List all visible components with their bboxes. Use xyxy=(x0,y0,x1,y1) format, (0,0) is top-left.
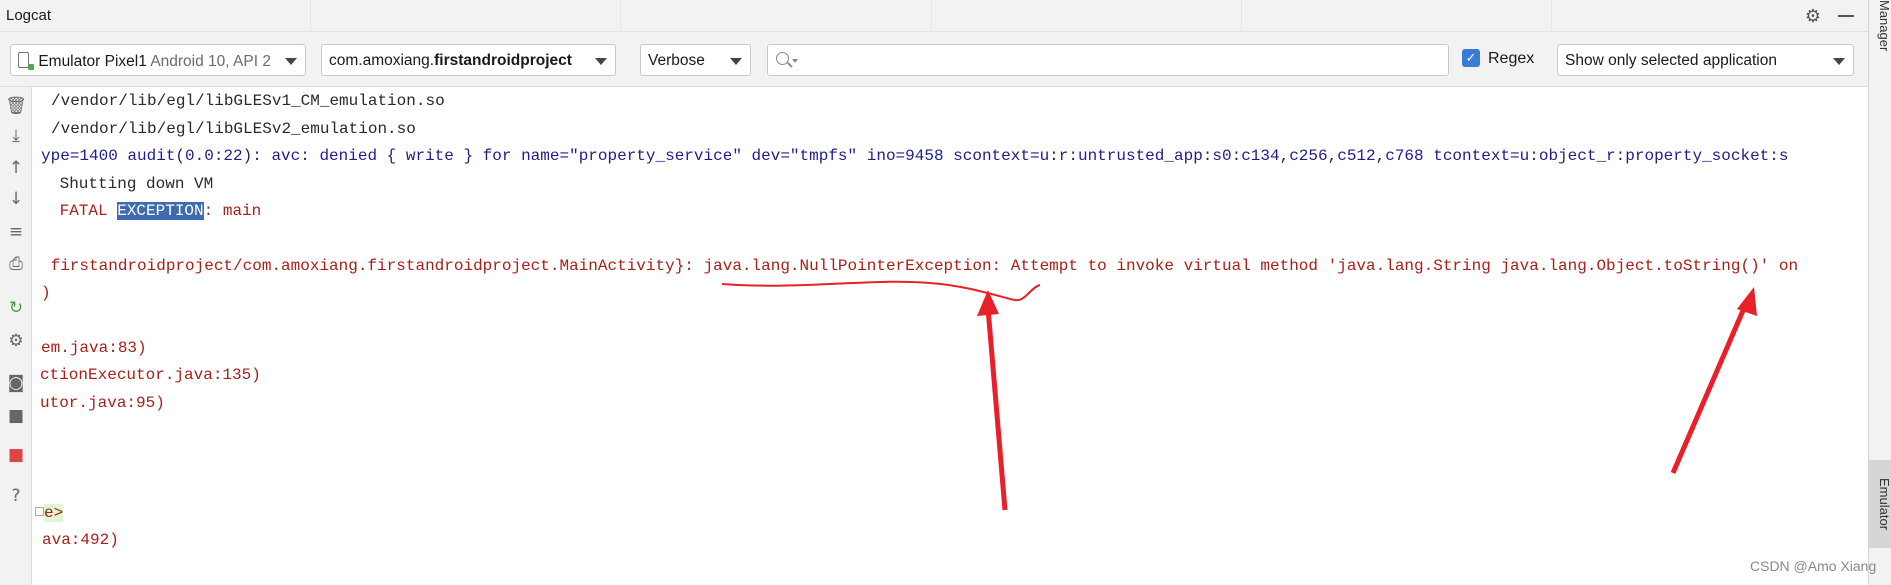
logcat-side-toolbar: 🗑 ⤓ ↑ ↓ ≡ ⎙ ↻ ⚙ ◙ ■ ■ ? xyxy=(0,87,32,585)
search-input[interactable] xyxy=(802,49,1442,71)
title-divider xyxy=(1241,0,1242,32)
chevron-down-icon xyxy=(730,58,742,65)
log-line: firstandroidproject/com.amoxiang.firstan… xyxy=(41,257,1799,275)
package-selector[interactable]: com.amoxiang.firstandroidproject xyxy=(321,44,616,76)
minimize-icon[interactable] xyxy=(1838,15,1854,17)
log-line: ype=1400 audit(0.0:22): avc: denied { wr… xyxy=(41,147,1789,165)
search-field[interactable] xyxy=(767,44,1449,76)
title-divider xyxy=(310,0,311,32)
fold-toggle-icon[interactable] xyxy=(35,507,44,516)
title-divider xyxy=(931,0,932,32)
trash-icon[interactable]: 🗑 xyxy=(5,95,27,117)
print-icon[interactable]: ⎙ xyxy=(5,253,27,275)
window-title: Logcat xyxy=(6,7,52,24)
search-highlight: EXCEPTION xyxy=(117,202,204,220)
stop-icon[interactable]: ■ xyxy=(5,444,27,466)
search-history-icon[interactable] xyxy=(792,59,798,63)
log-line: Shutting down VM xyxy=(50,175,214,193)
restart-icon[interactable]: ↻ xyxy=(5,297,27,319)
log-line: /vendor/lib/egl/libGLESv1_CM_emulation.s… xyxy=(51,92,445,110)
arrow-up-icon[interactable]: ↑ xyxy=(5,157,27,179)
log-line: ava:492) xyxy=(42,531,119,549)
title-divider xyxy=(620,0,621,32)
regex-checkbox[interactable]: ✓ xyxy=(1462,49,1480,67)
device-icon xyxy=(18,52,34,70)
log-text: FATAL xyxy=(50,202,118,220)
filter-value: Show only selected application xyxy=(1565,52,1777,69)
package-name: firstandroidproject xyxy=(434,52,572,69)
device-name: Emulator Pixel1 xyxy=(38,53,147,70)
log-output[interactable]: /vendor/lib/egl/libGLESv1_CM_emulation.s… xyxy=(33,87,1868,585)
settings-icon[interactable]: ⚙ xyxy=(5,330,27,352)
log-line: FATAL EXCEPTION: main xyxy=(50,202,261,220)
log-level-value: Verbose xyxy=(648,52,705,69)
package-prefix: com.amoxiang. xyxy=(329,52,435,69)
arrow-down-icon[interactable]: ↓ xyxy=(5,188,27,210)
log-text: : main xyxy=(203,202,262,220)
tab-device-manager[interactable]: Manager xyxy=(1869,0,1891,52)
scroll-to-end-icon[interactable]: ⤓ xyxy=(5,125,27,147)
log-level-selector[interactable]: Verbose xyxy=(640,44,751,76)
right-tool-window-strip: Manager Emulator xyxy=(1868,0,1891,585)
device-selector[interactable]: Emulator Pixel1 Android 10, API 2 xyxy=(10,44,306,76)
log-line: utor.java:95) xyxy=(40,394,165,412)
logcat-title-bar: Logcat ⚙ xyxy=(0,0,1868,32)
video-icon[interactable]: ■ xyxy=(5,405,27,427)
logcat-toolbar: Emulator Pixel1 Android 10, API 2 com.am… xyxy=(0,32,1868,87)
log-line: /vendor/lib/egl/libGLESv2_emulation.so xyxy=(51,120,416,138)
log-line: em.java:83) xyxy=(41,339,147,357)
chevron-down-icon xyxy=(285,58,297,65)
log-line: e> xyxy=(35,504,64,522)
log-line: ctionExecutor.java:135) xyxy=(40,366,261,384)
help-icon[interactable]: ? xyxy=(5,485,27,507)
tab-emulator[interactable]: Emulator xyxy=(1869,460,1891,548)
log-line: ) xyxy=(41,284,51,302)
tab-emulator-label: Emulator xyxy=(1877,477,1891,531)
title-divider xyxy=(1551,0,1552,32)
watermark: CSDN @Amo Xiang xyxy=(1750,558,1877,574)
regex-label: Regex xyxy=(1488,50,1535,67)
filter-selector[interactable]: Show only selected application xyxy=(1557,44,1854,76)
gear-icon[interactable]: ⚙ xyxy=(1804,7,1822,25)
camera-icon[interactable]: ◙ xyxy=(5,372,27,394)
chevron-down-icon xyxy=(595,58,607,65)
search-icon xyxy=(776,52,789,65)
device-detail: Android 10, API 2 xyxy=(150,53,271,70)
soft-wrap-icon[interactable]: ≡ xyxy=(5,221,27,243)
log-text: e> xyxy=(44,504,64,522)
chevron-down-icon xyxy=(1833,58,1845,65)
